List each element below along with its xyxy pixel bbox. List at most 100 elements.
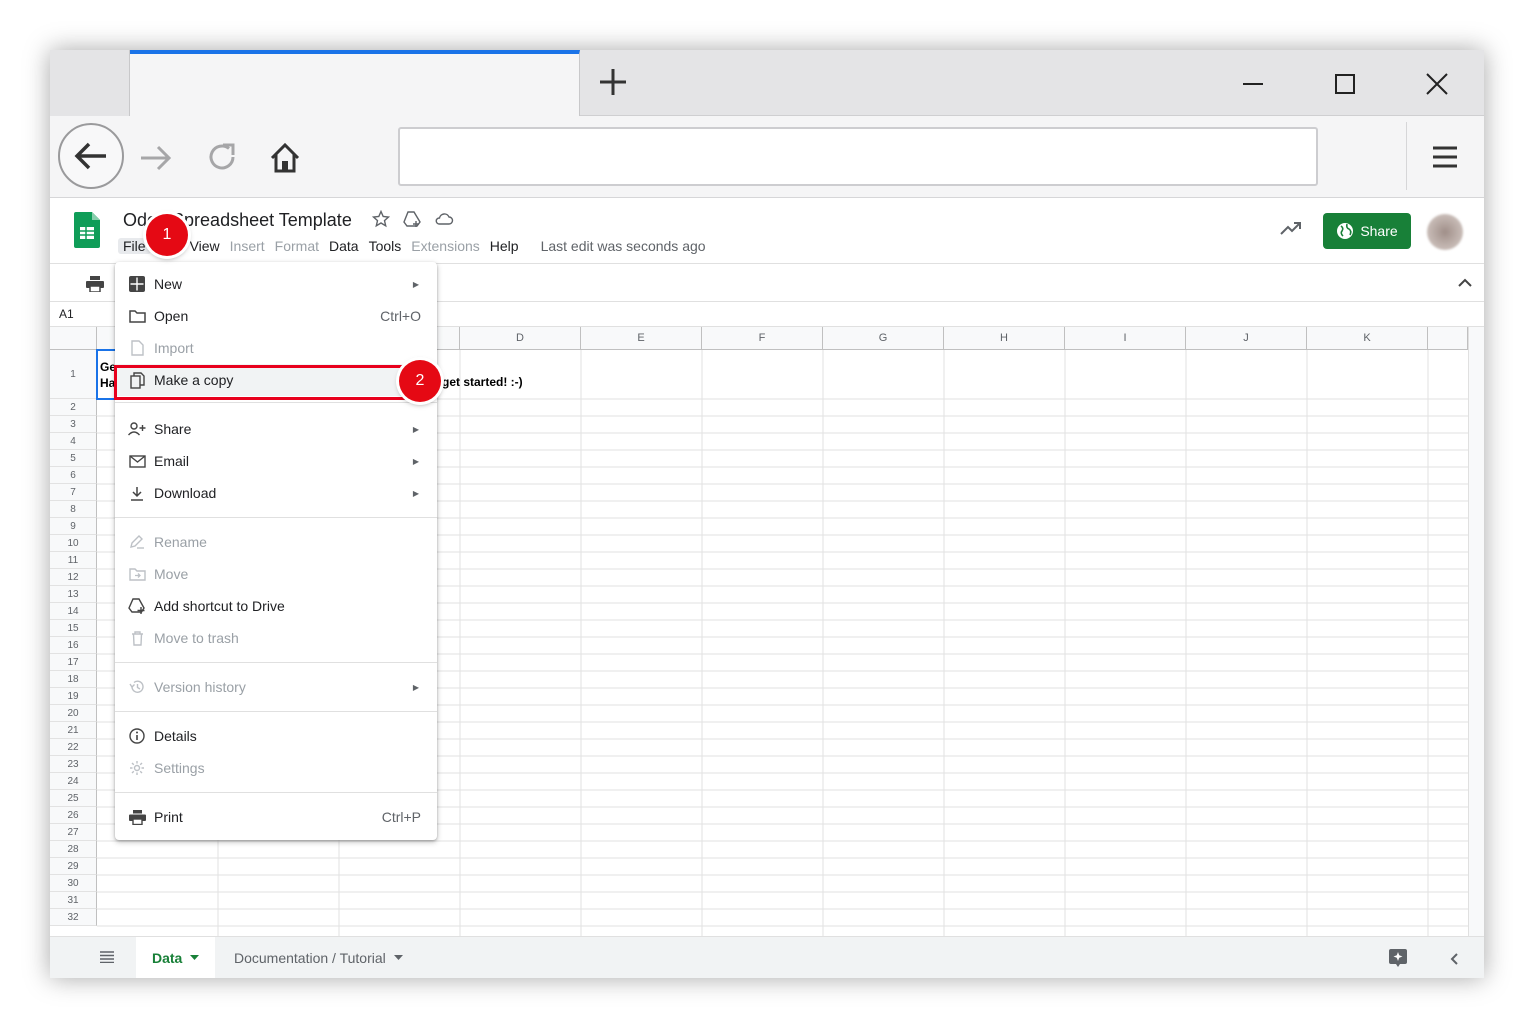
vertical-scrollbar[interactable] xyxy=(1468,327,1484,972)
menu-separator xyxy=(115,517,437,518)
menu-extensions[interactable]: Extensions xyxy=(406,238,484,254)
file-menu-dropdown: New ▶ Open Ctrl+O Import Make a copy Sha… xyxy=(115,262,437,840)
explore-icon[interactable] xyxy=(1389,949,1407,967)
row-header[interactable]: 31 xyxy=(50,892,97,909)
minimize-button[interactable] xyxy=(1233,64,1273,104)
close-window-button[interactable] xyxy=(1417,64,1457,104)
forward-button[interactable] xyxy=(138,140,174,176)
row-header[interactable]: 6 xyxy=(50,467,97,484)
caret-down-icon[interactable] xyxy=(190,955,200,960)
row-header[interactable]: 29 xyxy=(50,858,97,875)
avatar[interactable] xyxy=(1427,214,1463,250)
info-icon xyxy=(128,727,146,745)
all-sheets-list-icon[interactable] xyxy=(100,951,114,963)
row-header[interactable]: 30 xyxy=(50,875,97,892)
row-header[interactable]: 4 xyxy=(50,433,97,450)
menu-item-move-label: Move xyxy=(154,566,189,582)
trash-icon xyxy=(128,629,146,647)
reload-button[interactable] xyxy=(202,138,242,176)
menu-item-import[interactable]: Import xyxy=(115,332,437,364)
menu-item-print[interactable]: Print Ctrl+P xyxy=(115,801,437,833)
person-add-icon xyxy=(128,420,146,438)
row-header[interactable]: 3 xyxy=(50,416,97,433)
menu-view[interactable]: View xyxy=(185,238,225,254)
row-header[interactable]: 23 xyxy=(50,756,97,773)
row-header[interactable]: 15 xyxy=(50,620,97,637)
menu-item-rename[interactable]: Rename xyxy=(115,526,437,558)
menu-data[interactable]: Data xyxy=(324,238,364,254)
sheets-logo-icon[interactable] xyxy=(74,212,100,248)
activity-trend-icon[interactable] xyxy=(1280,220,1302,236)
row-header[interactable]: 8 xyxy=(50,501,97,518)
browser-window: Odoo Spreadsheet Template File View Inse… xyxy=(50,50,1484,978)
tab-previous[interactable] xyxy=(50,50,130,116)
row-header[interactable]: 18 xyxy=(50,671,97,688)
menu-item-move-trash[interactable]: Move to trash xyxy=(115,622,437,654)
row-header[interactable]: 13 xyxy=(50,586,97,603)
menu-item-add-shortcut[interactable]: Add shortcut to Drive xyxy=(115,590,437,622)
row-header[interactable]: 22 xyxy=(50,739,97,756)
menu-item-share[interactable]: Share ▶ xyxy=(115,413,437,445)
row-header[interactable]: 27 xyxy=(50,824,97,841)
row-header[interactable]: 17 xyxy=(50,654,97,671)
menu-item-email[interactable]: Email ▶ xyxy=(115,445,437,477)
star-icon[interactable] xyxy=(372,210,390,228)
forward-arrow-icon xyxy=(141,145,172,171)
tab-active[interactable] xyxy=(130,50,580,117)
home-button[interactable] xyxy=(265,138,305,178)
menu-item-new[interactable]: New ▶ xyxy=(115,268,437,300)
open-shortcut: Ctrl+O xyxy=(380,308,421,324)
sheet-tab-data[interactable]: Data xyxy=(136,937,216,978)
menu-help[interactable]: Help xyxy=(485,238,524,254)
browser-menu-button[interactable] xyxy=(1428,140,1462,174)
new-tab-button[interactable] xyxy=(595,64,631,100)
menu-item-move[interactable]: Move xyxy=(115,558,437,590)
menu-insert[interactable]: Insert xyxy=(225,238,270,254)
cell-c1-text[interactable]: get started! :-) xyxy=(442,375,523,389)
row-header[interactable]: 9 xyxy=(50,518,97,535)
menu-item-version-history[interactable]: Version history ▶ xyxy=(115,671,437,703)
menu-item-download[interactable]: Download ▶ xyxy=(115,477,437,509)
menu-format[interactable]: Format xyxy=(270,238,324,254)
row-header[interactable]: 12 xyxy=(50,569,97,586)
menu-item-settings[interactable]: Settings xyxy=(115,752,437,784)
last-edit-status[interactable]: Last edit was seconds ago xyxy=(536,238,711,254)
maximize-button[interactable] xyxy=(1325,64,1365,104)
close-icon xyxy=(1426,73,1448,95)
row-header[interactable]: 20 xyxy=(50,705,97,722)
menu-item-details[interactable]: Details xyxy=(115,720,437,752)
row-header[interactable]: 21 xyxy=(50,722,97,739)
row-header[interactable]: 2 xyxy=(50,399,97,416)
collapse-side-panel-icon[interactable] xyxy=(1450,953,1458,965)
print-icon[interactable] xyxy=(86,276,104,292)
row-header[interactable]: 19 xyxy=(50,688,97,705)
row-header[interactable]: 1 xyxy=(50,350,97,399)
row-header[interactable]: 11 xyxy=(50,552,97,569)
row-header[interactable]: 7 xyxy=(50,484,97,501)
cell-reference[interactable]: A1 xyxy=(59,307,74,321)
menu-item-rename-label: Rename xyxy=(154,534,207,550)
row-header[interactable]: 26 xyxy=(50,807,97,824)
row-header[interactable]: 16 xyxy=(50,637,97,654)
row-header[interactable]: 25 xyxy=(50,790,97,807)
row-header[interactable]: 24 xyxy=(50,773,97,790)
row-header[interactable]: 10 xyxy=(50,535,97,552)
move-to-drive-icon[interactable] xyxy=(402,210,422,228)
share-button[interactable]: Share xyxy=(1323,213,1411,249)
sheet-tab-bar: Data Documentation / Tutorial xyxy=(50,936,1484,978)
menu-item-settings-label: Settings xyxy=(154,760,205,776)
row-header[interactable]: 14 xyxy=(50,603,97,620)
back-button[interactable] xyxy=(58,123,124,189)
collapse-toolbar-icon[interactable] xyxy=(1458,278,1472,288)
menu-tools[interactable]: Tools xyxy=(364,238,407,254)
address-bar[interactable] xyxy=(398,127,1318,186)
menu-separator xyxy=(115,711,437,712)
row-header[interactable]: 32 xyxy=(50,909,97,926)
menu-item-open[interactable]: Open Ctrl+O xyxy=(115,300,437,332)
caret-down-icon[interactable] xyxy=(393,955,403,960)
row-header[interactable]: 28 xyxy=(50,841,97,858)
row-header[interactable]: 5 xyxy=(50,450,97,467)
sheet-tab-documentation[interactable]: Documentation / Tutorial xyxy=(218,937,419,978)
cloud-saved-icon[interactable] xyxy=(434,210,454,228)
menu-file[interactable]: File xyxy=(118,238,151,254)
